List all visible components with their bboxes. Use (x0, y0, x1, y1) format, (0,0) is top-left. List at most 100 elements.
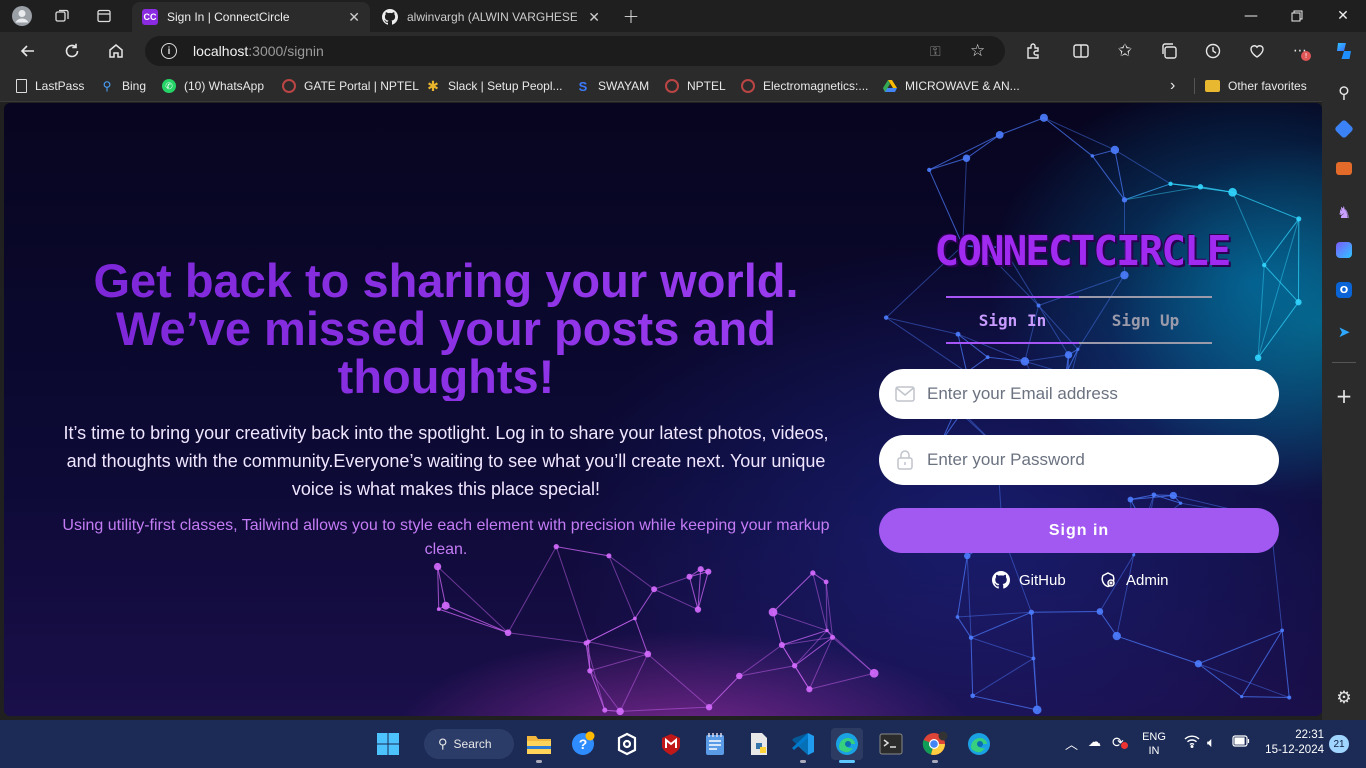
edge-secondary-icon[interactable] (963, 728, 995, 760)
back-icon[interactable] (16, 39, 40, 63)
key-icon[interactable]: ⚿ (930, 43, 941, 60)
notification-count-badge[interactable]: 21 (1329, 735, 1349, 753)
cloud-offline-icon[interactable]: ☁ (1088, 734, 1101, 750)
sidebar-search-icon[interactable]: ⚲ (1334, 82, 1354, 102)
sidebar-outlook-icon[interactable]: O (1336, 282, 1352, 298)
start-windows-icon[interactable] (372, 728, 404, 760)
python-file-icon[interactable] (743, 728, 775, 760)
bookmark-lastpass[interactable]: LastPass (16, 77, 84, 95)
network-node (602, 707, 608, 713)
password-placeholder: Enter your Password (927, 450, 1085, 469)
tab-actions-icon[interactable] (92, 4, 116, 28)
clock-time: 22:31 (1295, 729, 1324, 741)
profile-avatar-icon[interactable] (10, 4, 34, 28)
network-node (736, 672, 743, 680)
network-line (957, 611, 1032, 618)
network-node (1020, 357, 1030, 366)
network-node (806, 686, 813, 693)
workspaces-icon[interactable] (50, 4, 74, 28)
close-tab-icon[interactable]: ✕ (588, 9, 600, 26)
restore-icon[interactable] (1274, 0, 1320, 32)
bookmark-nptel[interactable]: NPTEL (665, 77, 726, 95)
extensions-icon[interactable] (1021, 39, 1045, 63)
network-node (1127, 496, 1134, 503)
network-node (1090, 154, 1095, 158)
sidebar-copilot-icon[interactable] (1336, 242, 1352, 258)
home-icon[interactable] (104, 39, 128, 63)
sidebar-games-icon[interactable]: ♞ (1334, 202, 1354, 222)
sign-in-button[interactable]: Sign in (879, 508, 1279, 553)
bookmark-bing[interactable]: ⚲ Bing (100, 77, 146, 95)
sidebar-shopping-tag-icon[interactable] (1334, 119, 1354, 139)
email-field[interactable]: Enter your Email address (879, 369, 1279, 419)
vscode-icon[interactable] (787, 728, 819, 763)
tab-sign-up[interactable]: Sign Up (1079, 296, 1212, 344)
bookmark-label: Other favorites (1228, 79, 1307, 93)
taskbar-search[interactable]: ⚲ Search (424, 729, 514, 759)
app-shield-icon[interactable] (611, 728, 643, 760)
site-info-icon[interactable]: i (161, 43, 177, 59)
bookmark-label: LastPass (35, 79, 85, 93)
new-tab-icon[interactable]: + (619, 4, 643, 28)
performance-icon[interactable] (1245, 39, 1269, 63)
admin-login-link[interactable]: Admin (1099, 569, 1169, 591)
more-menu-icon[interactable]: ⋯! (1288, 39, 1312, 63)
file-explorer-icon[interactable] (523, 728, 555, 763)
bookmark-microwave[interactable]: MICROWAVE & AN... (883, 77, 1020, 95)
minimize-icon[interactable]: — (1228, 0, 1274, 32)
notepad-icon[interactable] (699, 728, 731, 760)
tab-connectcircle[interactable]: CC Sign In | ConnectCircle ✕ (132, 2, 370, 32)
sidebar-send-icon[interactable]: ➤ (1334, 322, 1354, 342)
chrome-icon[interactable] (919, 728, 951, 763)
network-node (1076, 347, 1080, 351)
bookmark-electromagnetics[interactable]: Electromagnetics:... (741, 77, 868, 95)
wifi-icon[interactable] (1184, 734, 1200, 751)
split-screen-icon[interactable] (1069, 39, 1093, 63)
network-line (634, 588, 655, 619)
tray-overflow-chevron-icon[interactable]: ︿ (1065, 734, 1078, 753)
email-placeholder: Enter your Email address (927, 384, 1118, 403)
bookmark-swayam[interactable]: S SWAYAM (576, 77, 649, 95)
bookmark-slack[interactable]: ✱ Slack | Setup Peopl... (426, 77, 562, 95)
network-line (929, 157, 967, 171)
network-node (1064, 351, 1073, 359)
copilot-icon[interactable] (1332, 39, 1356, 63)
sidebar-add-icon[interactable]: + (1334, 384, 1354, 408)
tab-github[interactable]: alwinvargh (ALWIN VARGHESE) · ✕ (372, 2, 610, 32)
network-node (823, 579, 829, 585)
sidebar-toolbox-icon[interactable] (1336, 162, 1352, 175)
favorite-star-icon[interactable]: ☆ (970, 41, 985, 61)
tab-sign-in[interactable]: Sign In (946, 296, 1079, 344)
bookmark-other-favorites[interactable]: Other favorites (1205, 77, 1307, 95)
more-bookmarks-chevron-icon[interactable]: › (1170, 77, 1175, 95)
refresh-icon[interactable] (60, 39, 84, 63)
battery-icon[interactable] (1232, 734, 1250, 752)
help-icon[interactable]: ? (567, 728, 599, 760)
history-icon[interactable] (1201, 39, 1225, 63)
network-line (1241, 696, 1290, 699)
network-line (1198, 663, 1243, 698)
network-line (966, 555, 972, 638)
bookmark-gate-nptel[interactable]: GATE Portal | NPTEL (282, 77, 419, 95)
sync-icon[interactable]: ⟳ (1112, 734, 1128, 751)
network-line (970, 611, 1032, 639)
mcafee-icon[interactable] (655, 728, 687, 760)
bookmark-whatsapp[interactable]: ✆ (10) WhatsApp (162, 77, 264, 95)
collections-icon[interactable] (1157, 39, 1181, 63)
edge-browser-icon[interactable] (831, 728, 863, 763)
close-window-icon[interactable]: ✕ (1320, 0, 1366, 32)
address-bar[interactable]: i localhost:3000/signin ⚿ ☆ (145, 36, 1005, 66)
password-field[interactable]: Enter your Password (879, 435, 1279, 485)
terminal-icon[interactable] (875, 728, 907, 760)
network-node (1197, 184, 1204, 190)
network-node (583, 640, 589, 646)
github-login-link[interactable]: GitHub (992, 569, 1066, 591)
clock[interactable]: 22:31 15-12-2024 (1262, 728, 1324, 758)
github-favicon-icon (382, 9, 398, 25)
language-indicator[interactable]: ENG IN (1138, 730, 1170, 758)
close-tab-icon[interactable]: ✕ (348, 9, 360, 26)
favorites-icon[interactable]: ✩ (1113, 39, 1137, 63)
volume-icon[interactable]: 🔈︎ (1207, 734, 1215, 751)
sidebar-settings-gear-icon[interactable]: ⚙ (1334, 688, 1354, 708)
windows-taskbar: ⚲ Search ? ︿ ☁ ⟳ ENG IN 🔈︎ 22:31 15-12-2… (0, 720, 1366, 768)
